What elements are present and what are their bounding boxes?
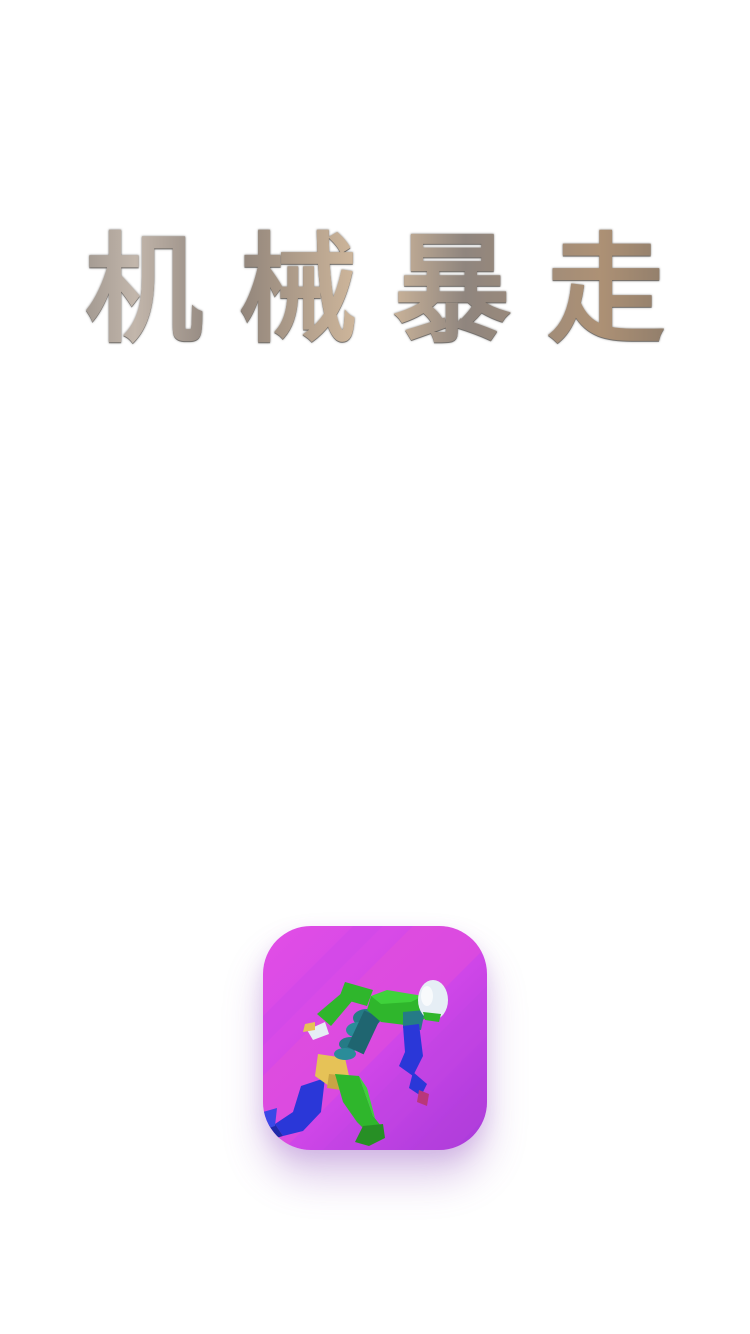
app-icon	[263, 926, 487, 1150]
splash-screen: 机械暴走	[0, 0, 750, 1334]
running-robot-icon	[263, 926, 487, 1150]
app-title: 机械暴走	[0, 220, 750, 360]
